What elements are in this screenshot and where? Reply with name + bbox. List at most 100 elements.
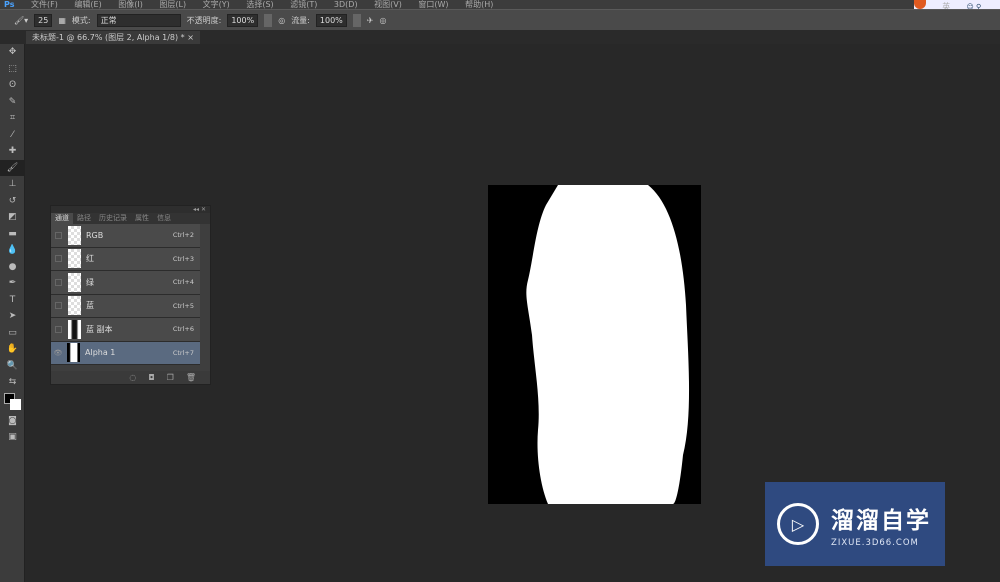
gradient-tool-icon[interactable]: ▬ <box>0 226 25 243</box>
history-brush-icon[interactable]: ↺ <box>0 193 25 210</box>
pressure-opacity-icon[interactable]: ◎ <box>278 16 285 25</box>
menu-select[interactable]: 选择(S) <box>246 1 273 9</box>
menu-image[interactable]: 图像(I) <box>118 1 143 9</box>
quick-select-tool-icon[interactable]: ✎ <box>0 94 25 111</box>
tab-history[interactable]: 历史记录 <box>95 213 131 224</box>
channel-name: 绿 <box>86 277 94 287</box>
shape-tool-icon[interactable]: ▭ <box>0 325 25 342</box>
menu-window[interactable]: 窗口(W) <box>418 1 448 9</box>
channel-row-red[interactable]: 红 Ctrl+3 <box>51 247 200 271</box>
channel-row-blue-copy[interactable]: 蓝 副本 Ctrl+6 <box>51 318 200 342</box>
channel-row-rgb[interactable]: RGB Ctrl+2 <box>51 224 200 248</box>
mode-select[interactable]: 正常 <box>96 13 181 27</box>
opacity-label: 不透明度: <box>186 15 222 25</box>
tab-properties[interactable]: 属性 <box>131 213 153 224</box>
tab-info[interactable]: 信息 <box>153 213 175 224</box>
menu-help[interactable]: 帮助(H) <box>465 1 493 9</box>
move-tool-icon[interactable]: ✥ <box>0 44 25 61</box>
document-canvas[interactable] <box>488 185 701 504</box>
channel-thumbnail <box>68 272 81 292</box>
delete-channel-icon[interactable]: 🗑 <box>186 371 196 384</box>
menu-3d[interactable]: 3D(D) <box>334 1 358 9</box>
menu-filter[interactable]: 滤镜(T) <box>290 1 317 9</box>
menu-edit[interactable]: 编辑(E) <box>74 1 101 9</box>
close-tab-icon[interactable]: × <box>187 33 194 42</box>
alpha-channel-mask <box>526 185 690 504</box>
channel-name: 蓝 副本 <box>86 324 113 334</box>
channel-row-green[interactable]: 绿 Ctrl+4 <box>51 271 200 295</box>
brush-panel-icon[interactable]: ▦ <box>58 16 66 25</box>
channel-row-blue[interactable]: 蓝 Ctrl+5 <box>51 294 200 318</box>
flow-label: 流量: <box>291 15 310 25</box>
pressure-size-icon[interactable]: ◎ <box>379 16 386 25</box>
tab-paths[interactable]: 路径 <box>73 213 95 224</box>
marquee-tool-icon[interactable]: ⬚ <box>0 61 25 78</box>
brush-size-picker[interactable]: 25 <box>34 13 53 27</box>
channel-shortcut: Ctrl+7 <box>172 348 194 357</box>
color-swatches[interactable] <box>0 391 25 413</box>
menu-type[interactable]: 文字(Y) <box>203 1 230 9</box>
opacity-dropdown[interactable] <box>264 13 273 27</box>
channel-name: 红 <box>86 254 94 264</box>
play-logo-icon: ▷ <box>777 503 819 545</box>
hand-tool-icon[interactable]: ✋ <box>0 341 25 358</box>
channel-row-alpha-1[interactable]: 👁 Alpha 1 Ctrl+7 <box>51 341 200 365</box>
save-selection-icon[interactable]: ◘ <box>148 371 154 384</box>
channels-panel: ◂◂ ✕ 通道 路径 历史记录 属性 信息 RGB Ctrl+2 红 Ctrl+3 … <box>50 205 211 385</box>
path-select-tool-icon[interactable]: ➤ <box>0 308 25 325</box>
channel-thumbnail <box>68 296 81 316</box>
dodge-tool-icon[interactable]: ● <box>0 259 25 276</box>
brush-tool-icon[interactable]: 🖌 <box>0 159 25 176</box>
channel-shortcut: Ctrl+5 <box>172 301 194 310</box>
quick-mask-icon[interactable]: ◙ <box>0 413 25 430</box>
watermark-url: ZIXUE.3D66.COM <box>831 537 919 548</box>
channel-shortcut: Ctrl+4 <box>172 278 194 287</box>
visibility-toggle[interactable] <box>55 325 62 333</box>
new-channel-icon[interactable]: ❐ <box>167 371 174 384</box>
channel-thumbnail <box>68 249 81 269</box>
opacity-input[interactable]: 100% <box>227 13 259 27</box>
visibility-toggle[interactable] <box>55 302 62 310</box>
zoom-tool-icon[interactable]: 🔍 <box>0 358 25 375</box>
sogou-icon <box>914 0 926 9</box>
lasso-tool-icon[interactable]: ʘ <box>0 77 25 94</box>
panel-tabs: 通道 路径 历史记录 属性 信息 <box>51 213 210 224</box>
menu-file[interactable]: 文件(F) <box>31 1 58 9</box>
brush-tool-icon[interactable]: 🖌▾ <box>14 16 28 25</box>
pen-tool-icon[interactable]: ✒ <box>0 275 25 292</box>
flow-input[interactable]: 100% <box>315 13 347 27</box>
visibility-toggle[interactable] <box>55 278 62 286</box>
healing-tool-icon[interactable]: ✚ <box>0 143 25 160</box>
swap-colors-icon[interactable]: ⇆ <box>0 374 25 391</box>
stamp-tool-icon[interactable]: ⊥ <box>0 176 25 193</box>
airbrush-icon[interactable]: ✈ <box>367 16 374 25</box>
channel-name: 蓝 <box>86 301 94 311</box>
eraser-tool-icon[interactable]: ◩ <box>0 209 25 226</box>
channel-thumbnail <box>68 319 81 339</box>
eyedropper-tool-icon[interactable]: ⁄ <box>0 127 25 144</box>
document-tabs: 未标题-1 @ 66.7% (图层 2, Alpha 1/8) * × <box>0 30 1000 44</box>
type-tool-icon[interactable]: T <box>0 292 25 309</box>
document-tab[interactable]: 未标题-1 @ 66.7% (图层 2, Alpha 1/8) * × <box>26 31 200 44</box>
visibility-toggle[interactable] <box>55 231 62 239</box>
screen-mode-icon[interactable]: ▣ <box>0 429 25 446</box>
panel-collapse-icon[interactable]: ◂◂ ✕ <box>51 206 210 213</box>
eye-icon[interactable]: 👁 <box>51 349 65 357</box>
tools-panel: ✥ ⬚ ʘ ✎ ⌗ ⁄ ✚ 🖌 ⊥ ↺ ◩ ▬ 💧 ● ✒ T ➤ ▭ ✋ 🔍 … <box>0 44 25 582</box>
ime-toolbar[interactable]: 英 ☺ ⚲ <box>914 0 1000 9</box>
visibility-toggle[interactable] <box>55 255 62 263</box>
channel-shortcut: Ctrl+3 <box>172 254 194 263</box>
options-bar: 🖌▾ 25 ▦ 模式: 正常 不透明度: 100% ◎ 流量: 100% ✈ ◎ <box>0 9 1000 30</box>
menu-view[interactable]: 视图(V) <box>374 1 402 9</box>
menu-layer[interactable]: 图层(L) <box>159 1 186 9</box>
ps-logo: Ps <box>4 0 15 9</box>
load-selection-icon[interactable]: ◌ <box>129 371 136 384</box>
flow-dropdown[interactable] <box>352 13 361 27</box>
document-tab-title: 未标题-1 @ 66.7% (图层 2, Alpha 1/8) * <box>32 33 185 42</box>
crop-tool-icon[interactable]: ⌗ <box>0 110 25 127</box>
channel-thumbnail <box>67 343 80 363</box>
channel-thumbnail <box>68 225 81 245</box>
tab-channels[interactable]: 通道 <box>51 213 73 224</box>
channel-shortcut: Ctrl+2 <box>172 231 194 240</box>
blur-tool-icon[interactable]: 💧 <box>0 242 25 259</box>
